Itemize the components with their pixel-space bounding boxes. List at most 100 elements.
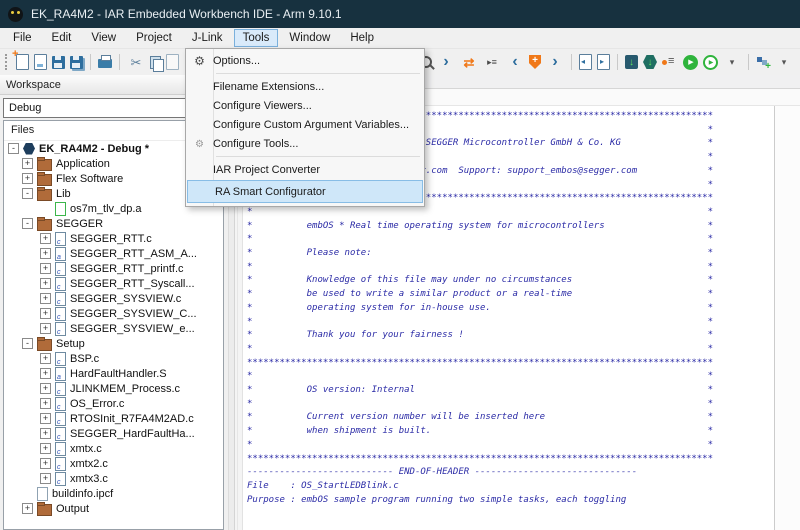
menubar-item[interactable]: Help [341,29,383,47]
tree-item[interactable]: RTOSInit_R7FA4M2AD.c [4,411,223,426]
toolbar-grip-icon[interactable] [5,54,11,70]
tree-item[interactable]: buildinfo.ipcf [4,486,223,501]
save-all-icon[interactable] [70,56,83,69]
toolbar-dropdown-icon[interactable]: ▾ [723,53,741,71]
navigate-back-icon[interactable]: ‹ [506,53,524,71]
paste-icon[interactable] [166,54,179,70]
menubar-item[interactable]: Tools [234,29,279,47]
cut-icon[interactable]: ✂ [127,53,145,71]
debug-without-download-icon[interactable] [703,55,718,70]
menubar-item[interactable]: Window [280,29,339,47]
previous-document-icon[interactable] [579,54,592,70]
expand-toggle-icon[interactable] [40,308,51,319]
save-icon[interactable] [52,56,65,69]
expand-toggle-icon[interactable] [40,413,51,424]
expand-toggle-icon[interactable] [40,428,51,439]
menu-item[interactable]: Configure Tools... [186,134,424,153]
tree-item[interactable]: SEGGER_RTT_printf.c [4,261,223,276]
expand-toggle-icon[interactable] [40,368,51,379]
toggle-breakpoint-icon[interactable] [662,56,678,68]
tree-item[interactable]: SEGGER_RTT.c [4,231,223,246]
code-line: * * [247,233,800,247]
navigate-forward2-icon[interactable]: › [546,53,564,71]
tree-item[interactable]: BSP.c [4,351,223,366]
tree-item[interactable]: SEGGER_RTT_Syscall... [4,276,223,291]
download-active-icon[interactable] [625,55,638,69]
tree-item-label: SEGGER_RTT_ASM_A... [70,248,197,260]
expand-toggle-icon[interactable] [40,293,51,304]
expand-toggle-icon[interactable] [22,158,33,169]
tree-item[interactable]: Setup [4,336,223,351]
tree-item[interactable]: OS_Error.c [4,396,223,411]
tree-item[interactable]: xmtx2.c [4,456,223,471]
menu-item[interactable]: IAR Project Converter [186,160,424,179]
expand-toggle-icon[interactable] [40,248,51,259]
breakpoint-shield-icon[interactable] [529,55,541,69]
tree-item[interactable]: SEGGER [4,216,223,231]
menu-item[interactable]: Filename Extensions... [186,77,424,96]
expand-toggle-icon[interactable] [22,188,33,199]
toolbar-group-right: › ⇄ ▸≡ ‹ › [420,49,793,75]
download-and-debug-icon[interactable] [683,55,698,70]
tree-item[interactable]: xmtx.c [4,441,223,456]
menu-item[interactable]: Configure Custom Argument Variables... [186,115,424,134]
menu-item-label: Configure Tools... [213,138,298,150]
window-title: EK_RA4M2 - IAR Embedded Workbench IDE - … [31,7,342,21]
download-all-icon[interactable] [643,55,657,69]
menubar-item[interactable]: Edit [43,29,81,47]
menubar-item[interactable]: View [82,29,125,47]
tree-item-icon [55,442,66,456]
next-document-icon[interactable] [597,54,610,70]
menubar-item[interactable]: Project [127,29,181,47]
expand-toggle-icon[interactable] [22,338,33,349]
menu-item[interactable] [186,153,424,160]
expand-toggle-icon[interactable] [22,503,33,514]
expand-toggle-icon[interactable] [8,143,19,154]
expand-toggle-icon[interactable] [40,233,51,244]
expand-toggle-icon[interactable] [40,263,51,274]
tree-item-icon [23,143,35,155]
tree-item[interactable]: SEGGER_RTT_ASM_A... [4,246,223,261]
new-document-icon[interactable] [16,54,29,70]
toolbar-dropdown2-icon[interactable]: ▾ [775,53,793,71]
menu-item-label: Configure Viewers... [213,100,312,112]
expand-toggle-icon[interactable] [40,353,51,364]
menubar-item[interactable]: File [4,29,41,47]
tree-item[interactable]: SEGGER_SYSVIEW_C... [4,306,223,321]
tree-item[interactable]: JLINKMEM_Process.c [4,381,223,396]
tree-item[interactable]: xmtx3.c [4,471,223,486]
menu-item[interactable]: Configure Viewers... [186,96,424,115]
expand-toggle-icon[interactable] [40,278,51,289]
tree-item[interactable]: SEGGER_SYSVIEW.c [4,291,223,306]
expand-toggle-icon[interactable] [40,443,51,454]
tree-item[interactable]: SEGGER_SYSVIEW_e... [4,321,223,336]
open-file-icon[interactable] [34,54,47,70]
menu-item[interactable]: RA Smart Configurator [187,180,423,203]
expand-toggle-icon[interactable] [22,173,33,184]
expand-toggle-icon[interactable] [40,458,51,469]
expand-toggle-icon[interactable] [40,323,51,334]
copy-icon[interactable] [150,56,161,69]
tree-item-label: BSP.c [70,353,99,365]
tree-item-label: buildinfo.ipcf [52,488,113,500]
tree-item-icon [37,159,52,171]
code-line: * OS version: Internal * [247,384,800,398]
navigate-forward-icon[interactable]: › [437,53,455,71]
configure-blocks-icon[interactable] [756,56,770,69]
tree-item[interactable]: HardFaultHandler.S [4,366,223,381]
tree-item-icon [55,457,66,471]
print-icon[interactable] [98,59,112,68]
expand-toggle-icon[interactable] [22,218,33,229]
code-line: * * [247,370,800,384]
menubar-item[interactable]: J-Link [183,29,232,47]
jump-arrows-icon[interactable]: ⇄ [460,53,478,71]
expand-toggle-icon[interactable] [40,473,51,484]
expand-toggle-icon[interactable] [40,383,51,394]
next-statement-icon[interactable]: ▸≡ [483,53,501,71]
menu-item[interactable]: Options... [186,51,424,70]
menu-item[interactable] [186,70,424,77]
tree-item[interactable]: SEGGER_HardFaultHa... [4,426,223,441]
expand-toggle-icon[interactable] [40,398,51,409]
tree-item-icon [37,504,52,516]
tree-item[interactable]: Output [4,501,223,516]
